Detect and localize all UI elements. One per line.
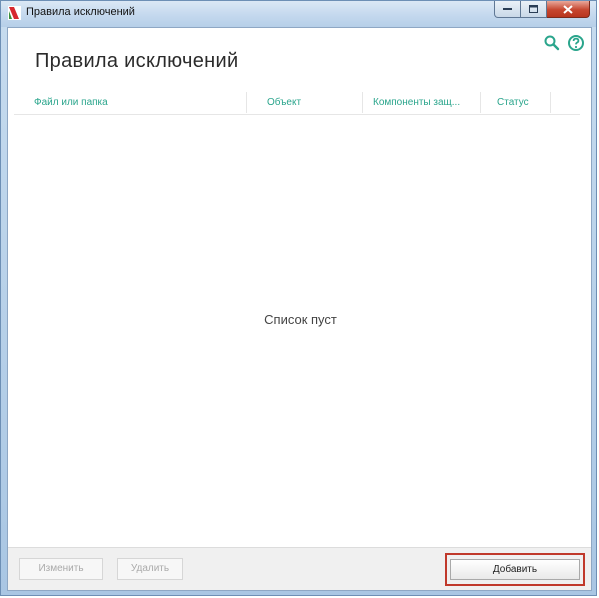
minimize-icon [503, 8, 512, 10]
page-title: Правила исключений [35, 50, 239, 72]
delete-button[interactable]: Удалить [117, 558, 183, 580]
empty-list-message: Список пуст [264, 312, 337, 327]
edit-button[interactable]: Изменить [19, 558, 103, 580]
column-header-status[interactable]: Статус [480, 92, 550, 113]
footer-bar: Изменить Удалить Добавить [8, 547, 591, 590]
column-header-file-or-folder[interactable]: Файл или папка [14, 92, 246, 113]
app-window: Правила исключений Правила исключений Фа… [0, 0, 597, 596]
window-title: Правила исключений [26, 6, 135, 18]
minimize-button[interactable] [494, 1, 521, 18]
maximize-icon [529, 5, 538, 13]
close-button[interactable] [547, 1, 590, 18]
header-icons [543, 34, 585, 52]
help-icon[interactable] [567, 34, 585, 52]
close-icon [563, 4, 573, 14]
dialog-content: Правила исключений Файл или папка Объект… [7, 27, 592, 591]
column-header-object[interactable]: Объект [246, 92, 362, 113]
title-bar[interactable]: Правила исключений [1, 1, 596, 27]
column-header-extra[interactable] [550, 92, 580, 113]
kaspersky-logo-icon [8, 6, 21, 20]
search-icon[interactable] [543, 34, 561, 52]
add-button-highlight: Добавить [445, 553, 585, 586]
column-header-protection-components[interactable]: Компоненты защ... [362, 92, 480, 113]
window-controls [494, 1, 590, 19]
maximize-button[interactable] [521, 1, 547, 18]
table-header: Файл или папка Объект Компоненты защ... … [14, 92, 580, 115]
add-button[interactable]: Добавить [450, 559, 580, 580]
